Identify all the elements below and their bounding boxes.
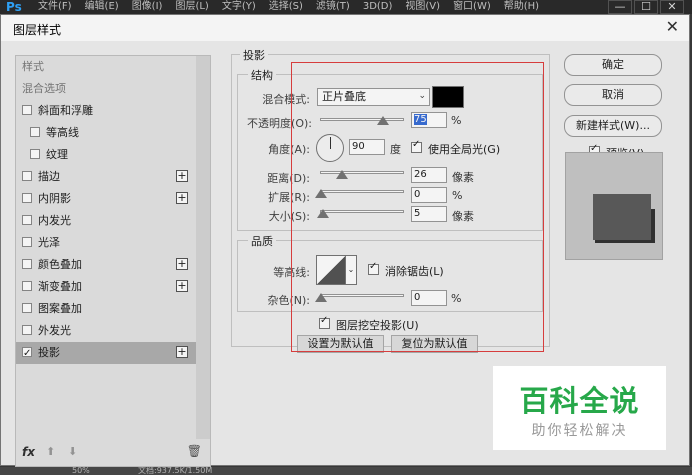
cancel-button[interactable]: 取消 [564, 84, 662, 106]
preview-swatch [593, 194, 651, 240]
status-zoom: 50% [72, 466, 90, 475]
style-preview [565, 152, 663, 260]
watermark: 百科全说 助你轻松解决 [493, 366, 666, 450]
window-controls: — ☐ ✕ [606, 0, 684, 14]
add-drop-shadow-icon[interactable]: + [176, 346, 188, 358]
style-item-drop-shadow[interactable]: 投影+ [16, 342, 196, 365]
checkbox[interactable] [22, 215, 32, 225]
menu-layer[interactable]: 图层(L) [175, 1, 208, 12]
quality-title: 品质 [248, 233, 276, 249]
structure-title: 结构 [248, 67, 276, 83]
styles-scrollbar[interactable] [196, 56, 210, 439]
style-item-stroke[interactable]: 描边 + [16, 166, 196, 188]
menu-window[interactable]: 窗口(W) [453, 1, 491, 12]
watermark-subtitle: 助你轻松解决 [531, 423, 628, 439]
styles-list-panel: 样式 混合选项 斜面和浮雕 等高线 纹理 描边 + 内阴影 + 内发光 光泽 颜色叠… [15, 55, 211, 467]
checkbox[interactable] [30, 149, 40, 159]
style-item-pattern-overlay[interactable]: 图案叠加 [16, 298, 196, 320]
move-up-icon[interactable]: ⬆ [46, 445, 55, 458]
close-icon[interactable]: ✕ [666, 17, 679, 36]
checkbox[interactable] [22, 303, 32, 313]
style-item-inner-shadow[interactable]: 内阴影 + [16, 188, 196, 210]
add-color-overlay-icon[interactable]: + [176, 258, 188, 270]
checkbox[interactable] [22, 325, 32, 335]
menu-type[interactable]: 文字(Y) [222, 1, 256, 12]
add-stroke-icon[interactable]: + [176, 170, 188, 182]
checkbox[interactable] [22, 259, 32, 269]
status-doc: 文档:937.5K/1.50M [138, 466, 213, 475]
style-item-outer-glow[interactable]: 外发光 [16, 320, 196, 342]
checkbox[interactable] [22, 237, 32, 247]
minimize-button[interactable]: — [608, 0, 632, 14]
fx-icon[interactable]: fx [22, 445, 35, 459]
menu-select[interactable]: 选择(S) [269, 1, 303, 12]
checkbox[interactable] [22, 171, 32, 181]
checkbox[interactable] [22, 193, 32, 203]
menu-view[interactable]: 视图(V) [405, 1, 440, 12]
checkbox[interactable] [22, 343, 32, 365]
watermark-title: 百科全说 [519, 384, 640, 418]
style-item-satin[interactable]: 光泽 [16, 232, 196, 254]
menu-edit[interactable]: 编辑(E) [85, 1, 119, 12]
style-item-texture[interactable]: 纹理 [16, 144, 196, 166]
new-style-button[interactable]: 新建样式(W)... [564, 115, 662, 137]
move-down-icon[interactable]: ⬇ [68, 445, 77, 458]
style-item-color-overlay[interactable]: 颜色叠加 + [16, 254, 196, 276]
checkbox[interactable] [22, 105, 32, 115]
photoshop-menu: 文件(F) 编辑(E) 图像(I) 图层(L) 文字(Y) 选择(S) 滤镜(T) 3D(D)… [38, 0, 592, 14]
style-item-contour[interactable]: 等高线 [16, 122, 196, 144]
styles-header[interactable]: 样式 [16, 56, 196, 78]
trash-icon[interactable]: 🗑 [187, 444, 202, 458]
menu-image[interactable]: 图像(I) [132, 1, 163, 12]
photoshop-logo: Ps [6, 0, 22, 14]
menu-filter[interactable]: 滤镜(T) [316, 1, 350, 12]
style-item-gradient-overlay[interactable]: 渐变叠加 + [16, 276, 196, 298]
add-gradient-overlay-icon[interactable]: + [176, 280, 188, 292]
styles-toolbar: fx ⬆ ⬇ 🗑 [16, 440, 210, 466]
maximize-button[interactable]: ☐ [634, 0, 658, 14]
dialog-titlebar: 图层样式 ✕ [1, 15, 689, 41]
checkbox[interactable] [30, 127, 40, 137]
style-item-inner-glow[interactable]: 内发光 [16, 210, 196, 232]
menu-3d[interactable]: 3D(D) [363, 1, 393, 12]
checkbox[interactable] [22, 281, 32, 291]
drop-shadow-title: 投影 [240, 47, 268, 63]
highlight-box [291, 62, 544, 352]
ok-button[interactable]: 确定 [564, 54, 662, 76]
dialog-title: 图层样式 [13, 23, 62, 37]
blending-options[interactable]: 混合选项 [16, 78, 196, 100]
app-close-button[interactable]: ✕ [660, 0, 684, 14]
menu-help[interactable]: 帮助(H) [504, 1, 539, 12]
add-inner-shadow-icon[interactable]: + [176, 192, 188, 204]
photoshop-statusbar: 50% 文档:937.5K/1.50M [0, 467, 692, 475]
style-item-bevel-emboss[interactable]: 斜面和浮雕 [16, 100, 196, 122]
photoshop-menubar: Ps 文件(F) 编辑(E) 图像(I) 图层(L) 文字(Y) 选择(S) 滤镜(T) 3D… [0, 0, 692, 14]
menu-file[interactable]: 文件(F) [38, 1, 72, 12]
